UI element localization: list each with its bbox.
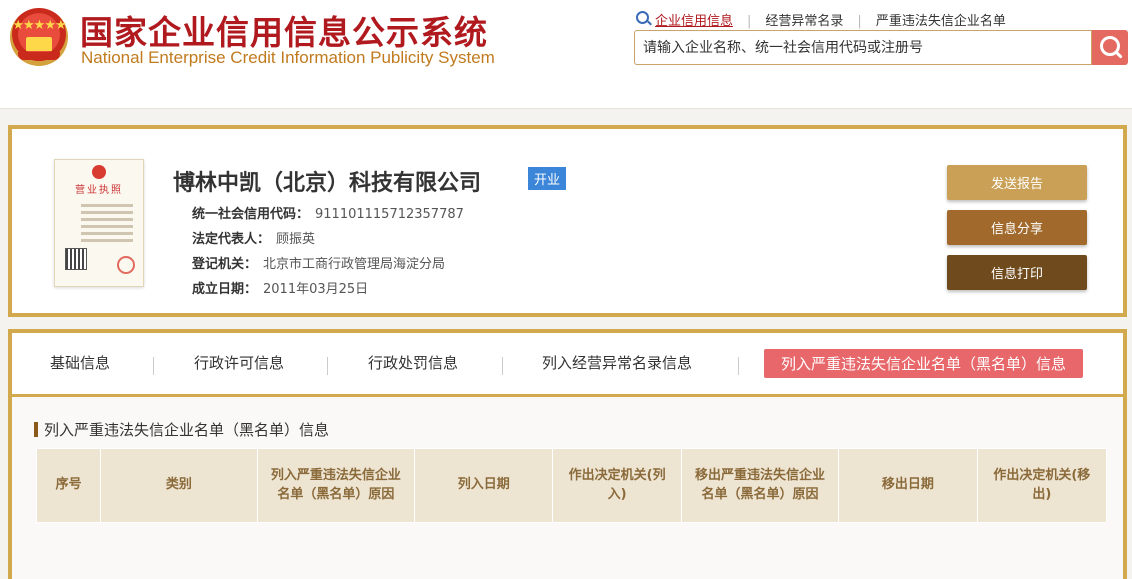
col-remove-reason: 移出严重违法失信企业名单（黑名单）原因 — [680, 448, 840, 523]
company-name: 博林中凯（北京）科技有限公司 — [173, 171, 482, 196]
site-title-en: National Enterprise Credit Information P… — [81, 48, 495, 67]
business-license-image[interactable]: 营业执照 — [54, 159, 144, 287]
info-registration-authority: 登记机关： 北京市工商行政管理局海淀分局 — [192, 257, 446, 272]
license-title: 营业执照 — [75, 185, 123, 196]
national-emblem-icon: ★★★★★ — [10, 8, 68, 66]
print-info-button[interactable]: 信息打印 — [947, 255, 1087, 290]
info-established-date: 成立日期： 2011年03月25日 — [192, 282, 369, 297]
nav-blacklist[interactable]: 严重违法失信企业名单 — [876, 14, 1006, 29]
search-box — [634, 30, 1092, 65]
table-header-row: 序号 类别 列入严重违法失信企业名单（黑名单）原因 列入日期 作出决定机关(列入… — [35, 448, 1108, 523]
info-legal-rep: 法定代表人： 顾振英 — [192, 232, 316, 247]
section-title: 列入严重违法失信企业名单（黑名单）信息 — [34, 419, 329, 440]
seal-icon — [117, 256, 135, 274]
tab-admin-license[interactable]: 行政许可信息 — [194, 352, 284, 373]
detail-panel: 基础信息 行政许可信息 行政处罚信息 列入经营异常名录信息 列入严重违法失信企业… — [8, 329, 1127, 579]
col-list-reason: 列入严重违法失信企业名单（黑名单）原因 — [256, 448, 416, 523]
col-remove-date: 移出日期 — [838, 448, 978, 523]
info-credit-code: 统一社会信用代码： 911101115712357787 — [192, 207, 464, 222]
col-list-authority: 作出决定机关(列入) — [552, 448, 682, 523]
col-category: 类别 — [100, 448, 258, 523]
site-title-cn: 国家企业信用信息公示系统 — [80, 13, 488, 52]
license-emblem-icon — [92, 165, 106, 179]
qr-code-icon — [65, 248, 87, 270]
send-report-button[interactable]: 发送报告 — [947, 165, 1087, 200]
status-badge: 开业 — [528, 167, 567, 190]
company-card: 营业执照 博林中凯（北京）科技有限公司 开业 统一社会信用代码： 91110111… — [8, 125, 1127, 317]
tab-admin-penalty[interactable]: 行政处罚信息 — [368, 352, 458, 373]
top-nav: 企业信用信息 | 经营异常名录 | 严重违法失信企业名单 — [636, 10, 1006, 29]
tab-abnormal-list[interactable]: 列入经营异常名录信息 — [542, 352, 692, 373]
search-button[interactable] — [1092, 30, 1128, 65]
tab-basic-info[interactable]: 基础信息 — [50, 352, 110, 373]
search-input[interactable] — [635, 31, 1091, 64]
share-info-button[interactable]: 信息分享 — [947, 210, 1087, 245]
section-marker — [34, 422, 38, 437]
nav-enterprise-credit[interactable]: 企业信用信息 — [655, 14, 733, 29]
col-remove-authority: 作出决定机关(移出) — [976, 448, 1108, 523]
site-header: ★★★★★ 国家企业信用信息公示系统 National Enterprise C… — [0, 0, 1132, 109]
tab-blacklist[interactable]: 列入严重违法失信企业名单（黑名单）信息 — [764, 349, 1084, 378]
col-list-date: 列入日期 — [414, 448, 554, 523]
search-small-icon — [636, 11, 649, 24]
tab-bar: 基础信息 行政许可信息 行政处罚信息 列入经营异常名录信息 列入严重违法失信企业… — [12, 333, 1123, 397]
blacklist-table: 序号 类别 列入严重违法失信企业名单（黑名单）原因 列入日期 作出决定机关(列入… — [35, 448, 1108, 523]
nav-abnormal-list[interactable]: 经营异常名录 — [765, 14, 843, 29]
col-index: 序号 — [35, 448, 102, 523]
